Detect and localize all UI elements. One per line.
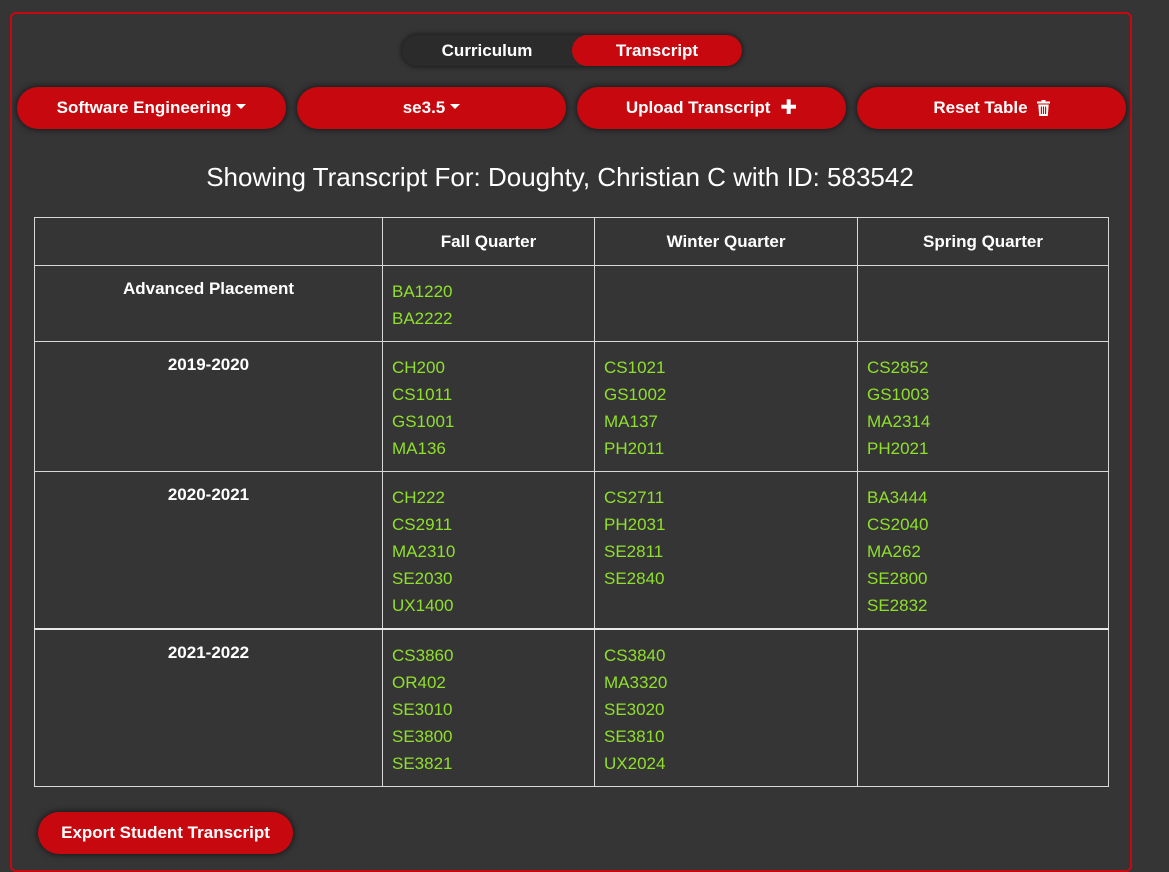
fall-cell: CS3860 OR402 SE3010 SE3800 SE3821: [382, 628, 595, 787]
course-item[interactable]: SE3010: [392, 696, 585, 723]
course-item[interactable]: CS2911: [392, 511, 585, 538]
course-item[interactable]: SE2832: [867, 592, 1099, 619]
spring-cell: CS2852 GS1003 MA2314 PH2021: [857, 341, 1109, 472]
caret-down-icon: [450, 103, 461, 109]
tab-curriculum[interactable]: Curriculum: [402, 35, 572, 66]
row-label: 2020-2021: [34, 471, 383, 630]
spring-cell: BA3444 CS2040 MA262 SE2800 SE2832: [857, 471, 1109, 630]
course-item[interactable]: PH2021: [867, 435, 1099, 462]
course-item[interactable]: CS3860: [392, 642, 585, 669]
reset-table-button[interactable]: Reset Table: [857, 87, 1126, 129]
tab-transcript[interactable]: Transcript: [572, 35, 742, 66]
trash-icon: [1036, 100, 1050, 116]
course-item[interactable]: GS1003: [867, 381, 1099, 408]
header-winter: Winter Quarter: [594, 217, 858, 266]
upload-transcript-button[interactable]: Upload Transcript ✚: [577, 87, 846, 129]
course-item[interactable]: SE2811: [604, 538, 848, 565]
course-item[interactable]: SE3800: [392, 723, 585, 750]
course-item[interactable]: UX1400: [392, 592, 585, 619]
reset-table-label: Reset Table: [933, 98, 1028, 117]
plus-icon: ✚: [780, 97, 798, 119]
course-item[interactable]: CS2852: [867, 354, 1099, 381]
course-item[interactable]: MA2310: [392, 538, 585, 565]
row-label: Advanced Placement: [34, 265, 383, 342]
table-header-row: Fall Quarter Winter Quarter Spring Quart…: [34, 217, 1109, 266]
row-label: 2019-2020: [34, 341, 383, 472]
course-item[interactable]: PH2011: [604, 435, 848, 462]
course-item[interactable]: CS1011: [392, 381, 585, 408]
winter-cell: CS2711 PH2031 SE2811 SE2840: [594, 471, 858, 630]
version-dropdown-button[interactable]: se3.5: [297, 87, 566, 129]
course-item[interactable]: CS1021: [604, 354, 848, 381]
course-item[interactable]: SE3810: [604, 723, 848, 750]
course-item[interactable]: SE3020: [604, 696, 848, 723]
course-item[interactable]: MA262: [867, 538, 1099, 565]
course-item[interactable]: BA2222: [392, 305, 585, 332]
winter-cell: [594, 265, 858, 342]
page-heading: Showing Transcript For: Doughty, Christi…: [206, 162, 914, 192]
course-item[interactable]: MA136: [392, 435, 585, 462]
course-item[interactable]: MA137: [604, 408, 848, 435]
fall-cell: BA1220 BA2222: [382, 265, 595, 342]
course-item[interactable]: SE2840: [604, 565, 848, 592]
header-spring: Spring Quarter: [857, 217, 1109, 266]
table-row: 2019-2020 CH200 CS1011 GS1001 MA136 CS10…: [34, 341, 1109, 472]
course-item[interactable]: BA1220: [392, 278, 585, 305]
course-item[interactable]: CS2711: [604, 484, 848, 511]
course-item[interactable]: SE2800: [867, 565, 1099, 592]
winter-cell: CS1021 GS1002 MA137 PH2011: [594, 341, 858, 472]
fall-cell: CH222 CS2911 MA2310 SE2030 UX1400: [382, 471, 595, 630]
course-item[interactable]: MA2314: [867, 408, 1099, 435]
course-item[interactable]: UX2024: [604, 750, 848, 777]
course-item[interactable]: GS1001: [392, 408, 585, 435]
course-item[interactable]: CH222: [392, 484, 585, 511]
course-item[interactable]: PH2031: [604, 511, 848, 538]
view-toggle: Curriculum Transcript: [402, 35, 742, 66]
course-item[interactable]: GS1002: [604, 381, 848, 408]
major-dropdown-label: Software Engineering: [56, 98, 232, 117]
course-item[interactable]: CH200: [392, 354, 585, 381]
course-item[interactable]: SE3821: [392, 750, 585, 777]
winter-cell: CS3840 MA3320 SE3020 SE3810 UX2024: [594, 628, 858, 787]
course-item[interactable]: CS2040: [867, 511, 1099, 538]
spring-cell: [857, 265, 1109, 342]
caret-down-icon: [236, 103, 247, 109]
course-item[interactable]: CS3840: [604, 642, 848, 669]
upload-transcript-label: Upload Transcript: [625, 98, 771, 117]
export-transcript-button[interactable]: Export Student Transcript: [38, 812, 293, 854]
course-item[interactable]: BA3444: [867, 484, 1099, 511]
major-dropdown-button[interactable]: Software Engineering: [17, 87, 286, 129]
course-item[interactable]: MA3320: [604, 669, 848, 696]
table-row: 2020-2021 CH222 CS2911 MA2310 SE2030 UX1…: [34, 471, 1109, 630]
row-label: 2021-2022: [34, 628, 383, 787]
table-row: Advanced Placement BA1220 BA2222: [34, 265, 1109, 342]
fall-cell: CH200 CS1011 GS1001 MA136: [382, 341, 595, 472]
spring-cell: [857, 628, 1109, 787]
transcript-table: Fall Quarter Winter Quarter Spring Quart…: [34, 217, 1109, 787]
version-dropdown-label: se3.5: [402, 98, 446, 117]
course-item[interactable]: SE2030: [392, 565, 585, 592]
course-item[interactable]: OR402: [392, 669, 585, 696]
header-fall: Fall Quarter: [382, 217, 595, 266]
header-corner: [34, 217, 383, 266]
table-row: 2021-2022 CS3860 OR402 SE3010 SE3800 SE3…: [34, 628, 1109, 787]
